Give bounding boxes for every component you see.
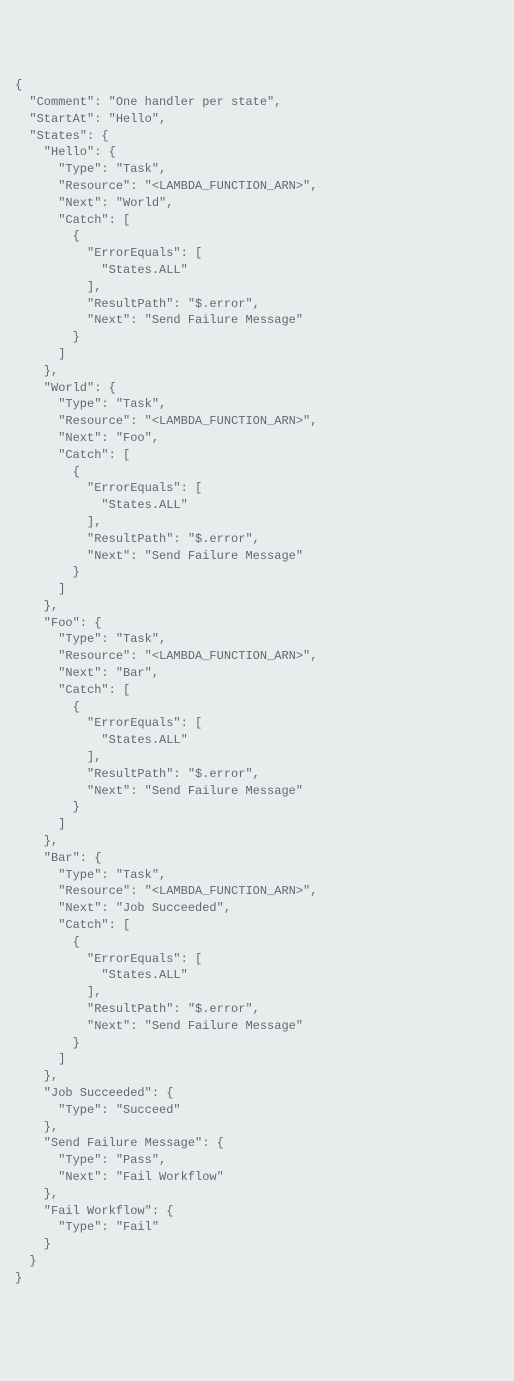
code-block: { "Comment": "One handler per state", "S… <box>15 77 499 1286</box>
